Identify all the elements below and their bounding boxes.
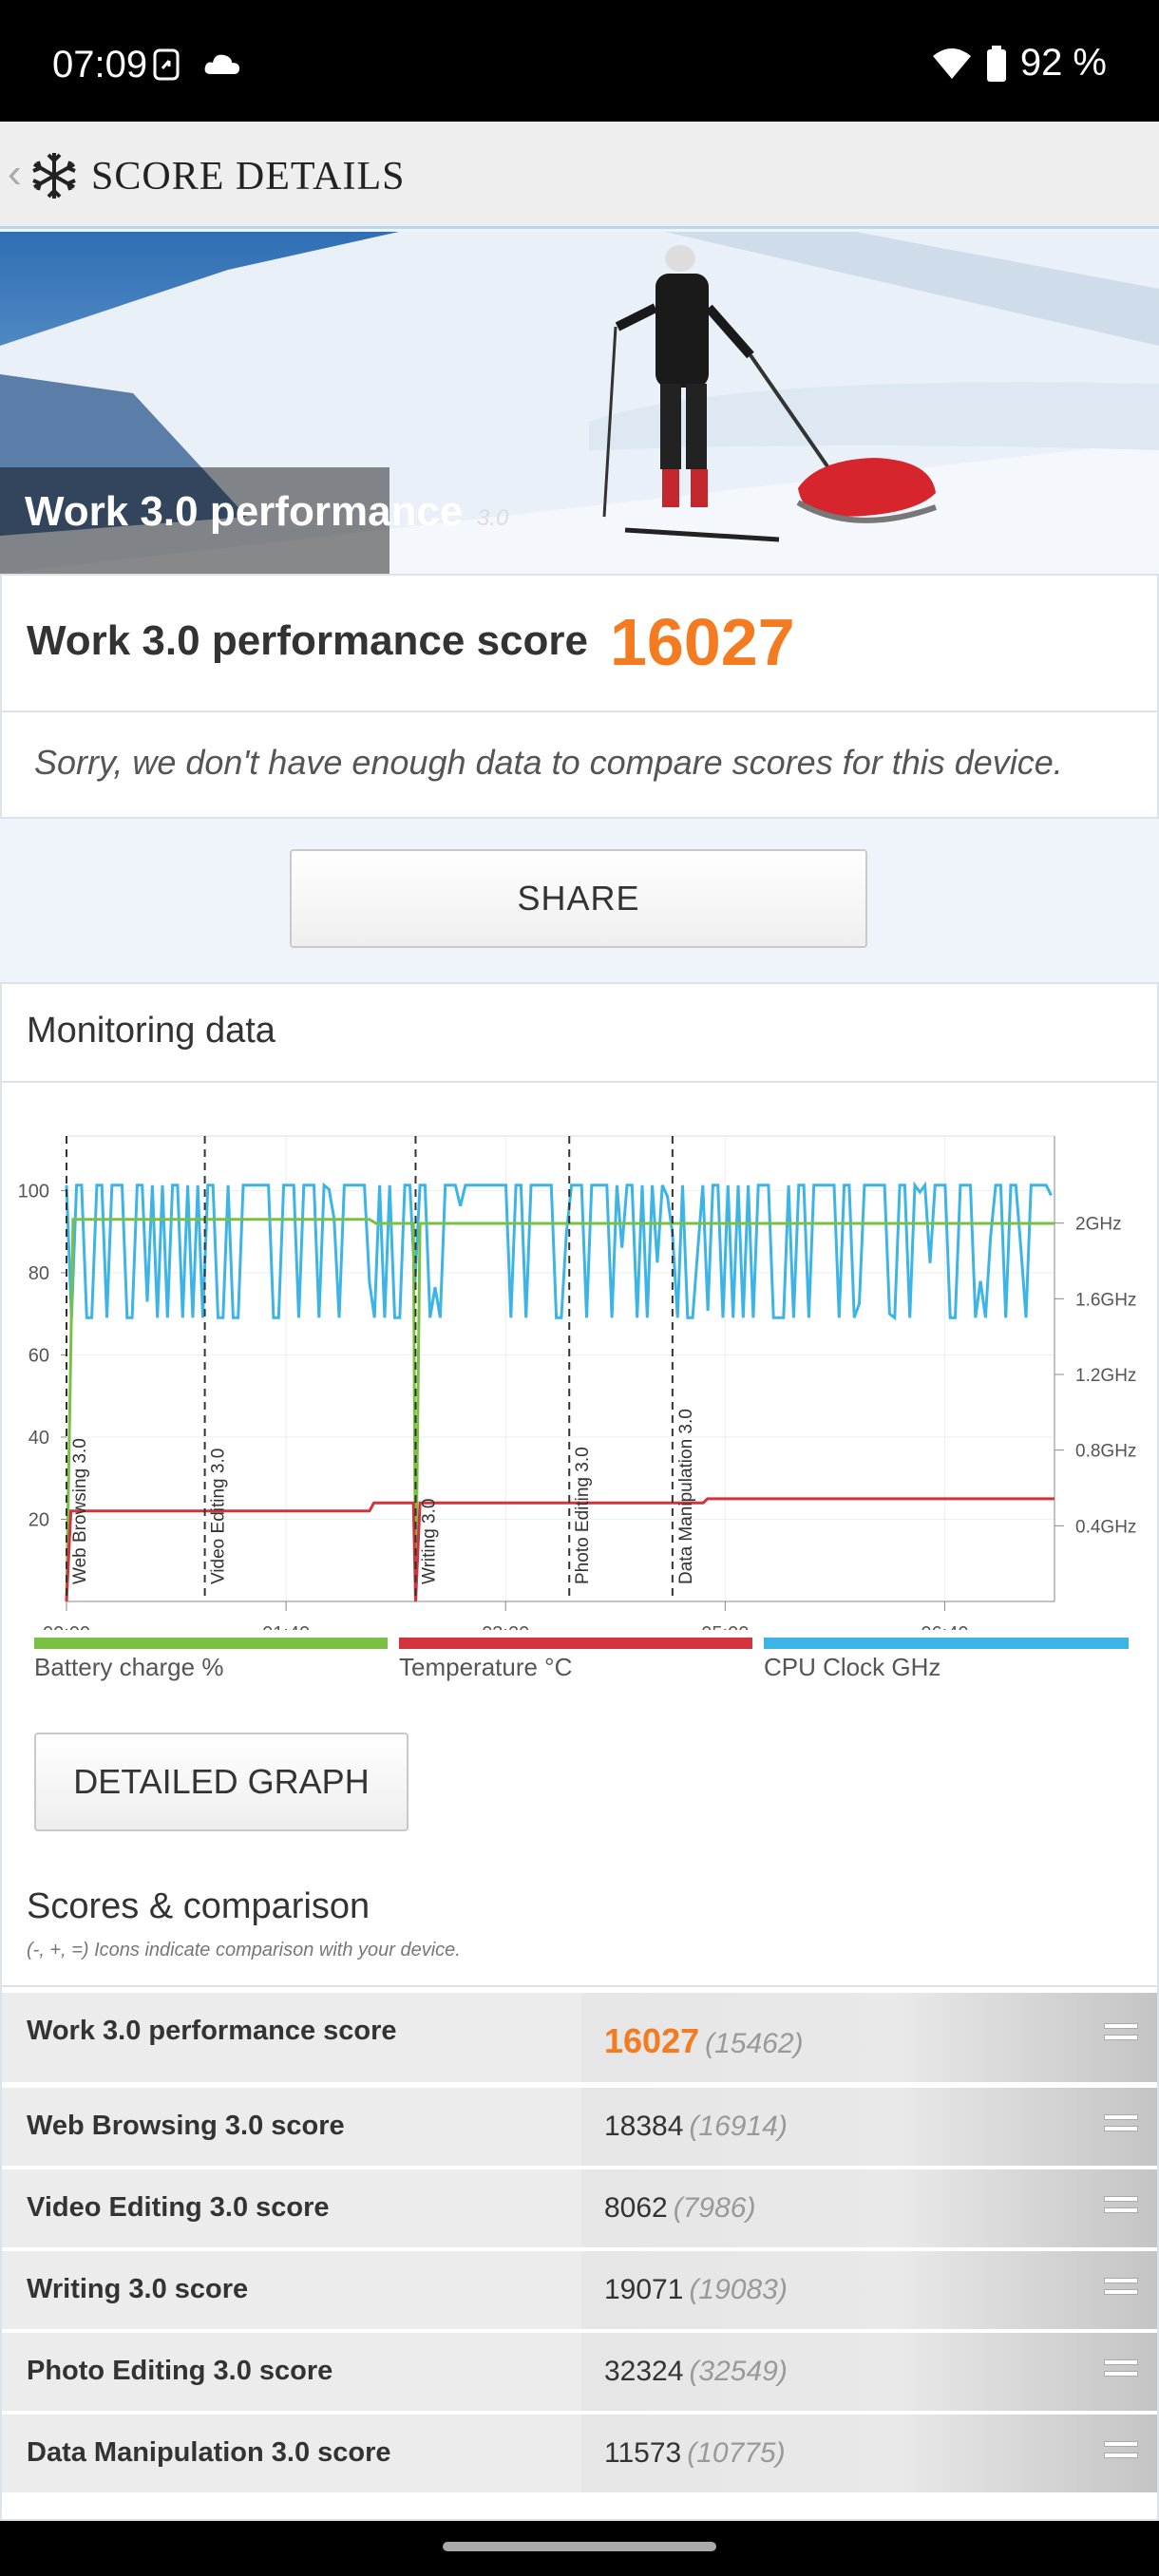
y-left-tick-label: 60 [28,1345,49,1366]
score-reference-value: (32549) [689,2356,788,2387]
divider [2,710,1157,712]
y-right-tick-label: 2GHz [1075,1215,1122,1235]
snowflake-icon [32,153,76,199]
score-row-value-cell: 8062 (7986) [581,2169,1157,2247]
score-row-name: Web Browsing 3.0 score [27,2111,345,2141]
sim-icon [153,48,180,81]
score-row-value: 11573 (10775) [604,2437,786,2470]
y-right-tick-label: 0.8GHz [1075,1442,1136,1462]
score-value-number: 8062 [604,2192,668,2224]
app-bar: ‹ SCORE DETAILS [0,122,1159,229]
monitoring-card: Monitoring data 100 80 60 40 20 2GHz 1.6GHz 1.2… [0,982,1159,2521]
score-label: Work 3.0 performance score [27,617,588,664]
score-card: Work 3.0 performance score 16027 Sorry, … [0,574,1159,819]
y-left-tick-label: 40 [28,1428,49,1449]
score-row-value-cell: 11573 (10775) [581,2415,1157,2492]
score-row-name: Work 3.0 performance score [27,2016,397,2046]
back-chevron-icon[interactable]: ‹ [8,150,22,198]
x-tick-label: 03:20 [482,1623,529,1630]
score-reference-value: (19083) [689,2274,788,2305]
legend-cpu-swatch [764,1638,1129,1649]
hero-title: Work 3.0 performance [25,488,464,535]
y-left-tick-label: 20 [28,1509,49,1530]
score-row[interactable]: Data Manipulation 3.0 score 11573 (10775) [2,2415,1157,2492]
legend-cpu-label: CPU Clock GHz [764,1653,941,1681]
equal-comparison-icon [1104,2358,1138,2378]
y-right-tick-label: 0.4GHz [1075,1517,1136,1537]
score-row-value-cell: 18384 (16914) [581,2088,1157,2166]
score-row[interactable]: Web Browsing 3.0 score 18384 (16914) [2,2088,1157,2166]
divider [2,1081,1157,1083]
legend-battery-swatch [34,1638,388,1649]
score-reference-value: (15462) [705,2028,804,2059]
scores-subtitle: (-, +, =) Icons indicate comparison with… [27,1940,461,1960]
score-value-number: 16027 [604,2021,700,2060]
score-reference-value: (7986) [673,2192,756,2224]
x-tick-label: 06:40 [921,1623,968,1630]
score-value: 16027 [610,605,795,679]
score-reference-value: (10775) [687,2437,786,2469]
monitoring-chart: 100 80 60 40 20 2GHz 1.6GHz 1.2GHz 0.8GHz 0.4GHz 0… [18,1135,1136,1630]
score-row[interactable]: Work 3.0 performance score 16027 (15462) [2,1993,1157,2082]
navigation-bar [0,2521,1159,2576]
monitoring-title: Monitoring data [27,1011,276,1051]
page-title: SCORE DETAILS [91,155,406,199]
score-value-number: 11573 [604,2437,682,2469]
score-row-value-cell: 16027 (15462) [581,1993,1157,2082]
clock: 07:09 [52,44,148,85]
home-gesture-handle[interactable] [443,2542,716,2551]
hero-banner: Work 3.0 performance 3.0 [0,232,1159,574]
equal-comparison-icon [1104,2276,1138,2297]
section-marker-label: Web Browsing 3.0 [70,1438,90,1584]
divider [2,1985,1157,1987]
score-row-value-cell: 19071 (19083) [581,2251,1157,2329]
section-marker-label: Data Manipulation 3.0 [676,1409,696,1584]
x-tick-label: 00:00 [43,1623,90,1630]
section-marker-label: Photo Editing 3.0 [573,1447,593,1584]
cloud-icon [204,54,239,74]
score-row-value-cell: 32324 (32549) [581,2333,1157,2411]
x-tick-label: 01:40 [262,1623,310,1630]
score-row-name: Data Manipulation 3.0 score [27,2437,391,2468]
section-marker-label: Video Editing 3.0 [209,1449,229,1584]
score-value-number: 32324 [604,2356,684,2387]
score-row[interactable]: Video Editing 3.0 score 8062 (7986) [2,2169,1157,2247]
y-right-tick-label: 1.2GHz [1075,1366,1136,1386]
status-right: 92 % [931,42,1107,85]
score-reference-value: (16914) [689,2111,788,2142]
score-row-value: 19071 (19083) [604,2274,788,2306]
equal-comparison-icon [1104,2439,1138,2460]
legend-temperature-label: Temperature °C [399,1653,573,1681]
equal-comparison-icon [1104,2194,1138,2215]
wifi-icon [932,47,971,79]
score-row-value: 18384 (16914) [604,2111,788,2143]
score-row[interactable]: Photo Editing 3.0 score 32324 (32549) [2,2333,1157,2411]
equal-comparison-icon [1104,2021,1138,2042]
score-row[interactable]: Writing 3.0 score 19071 (19083) [2,2251,1157,2329]
y-left-tick-label: 80 [28,1263,49,1284]
score-value-number: 18384 [604,2111,684,2142]
share-button[interactable]: SHARE [290,849,867,948]
score-row-name: Photo Editing 3.0 score [27,2356,333,2386]
equal-comparison-icon [1104,2112,1138,2133]
scores-title: Scores & comparison [27,1886,370,1926]
detailed-graph-button[interactable]: DETAILED GRAPH [34,1733,408,1831]
x-tick-label: 05:00 [701,1623,749,1630]
y-left-tick-label: 100 [18,1181,49,1202]
legend-temperature-swatch [399,1638,752,1649]
score-value-number: 19071 [604,2274,684,2305]
legend-battery-label: Battery charge % [34,1653,224,1681]
score-row-name: Writing 3.0 score [27,2274,249,2304]
comparison-message: Sorry, we don't have enough data to comp… [34,743,1063,782]
y-right-tick-label: 1.6GHz [1075,1290,1136,1310]
hero-version: 3.0 [477,505,509,531]
score-row-value: 16027 (15462) [604,2021,804,2061]
score-row-name: Video Editing 3.0 score [27,2192,330,2223]
status-bar: 07:09 92 % [0,0,1159,122]
section-marker-label: Writing 3.0 [419,1499,439,1584]
battery-icon [986,45,1006,82]
battery-percent: 92 % [1019,42,1107,84]
score-row-value: 32324 (32549) [604,2356,788,2388]
score-row-value: 8062 (7986) [604,2192,755,2225]
